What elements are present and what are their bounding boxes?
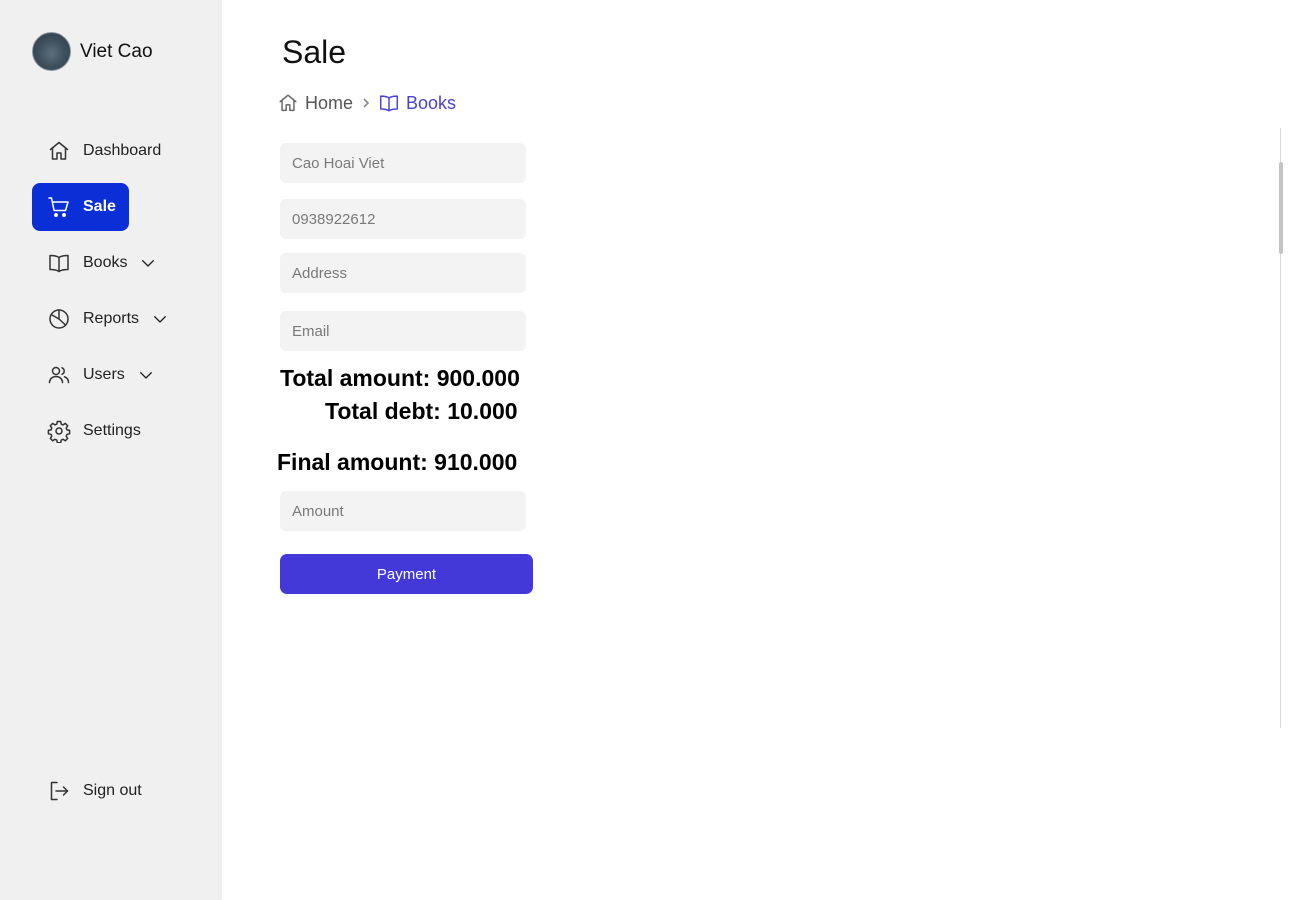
sidebar-item-label: Sale: [83, 198, 116, 215]
home-icon: [279, 94, 297, 112]
home-icon: [47, 139, 71, 163]
pie-chart-icon: [47, 307, 71, 331]
sidebar-item-sale[interactable]: Sale: [32, 183, 129, 231]
sidebar-item-books[interactable]: Books: [32, 239, 182, 287]
customer-name-field[interactable]: [280, 143, 526, 183]
payment-button[interactable]: Payment: [280, 554, 533, 594]
chevron-down-icon[interactable]: [137, 366, 155, 384]
sign-out-label: Sign out: [83, 782, 142, 799]
book-icon: [47, 251, 71, 275]
scrollbar-thumb[interactable]: [1279, 162, 1283, 254]
sidebar-item-reports[interactable]: Reports: [32, 295, 192, 343]
amount-field[interactable]: [280, 491, 526, 531]
avatar: [32, 32, 71, 71]
gear-icon: [47, 419, 71, 443]
sidebar-item-label: Settings: [83, 422, 141, 439]
chevron-down-icon[interactable]: [139, 254, 157, 272]
email-field[interactable]: [280, 311, 526, 351]
breadcrumb-home[interactable]: Home: [277, 92, 353, 114]
sidebar-item-label: Users: [83, 366, 125, 383]
breadcrumb: Home Books: [277, 90, 456, 116]
sidebar-item-settings[interactable]: Settings: [32, 407, 182, 455]
total-amount: Total amount: 900.000: [280, 365, 520, 391]
chevron-down-icon[interactable]: [151, 310, 169, 328]
sidebar: Viet Cao Dashboard Sale Books Reports Us…: [0, 0, 222, 900]
sidebar-item-label: Reports: [83, 310, 140, 327]
final-amount: Final amount: 910.000: [277, 449, 518, 475]
total-debt: Total debt: 10.000: [325, 398, 518, 424]
chevron-right-icon: [360, 97, 372, 109]
sidebar-item-dashboard[interactable]: Dashboard: [32, 127, 182, 175]
breadcrumb-books[interactable]: Books: [378, 92, 456, 114]
address-field[interactable]: [280, 253, 526, 293]
sidebar-item-label: Dashboard: [83, 142, 162, 159]
breadcrumb-home-label: Home: [305, 92, 354, 113]
sign-out-icon: [47, 779, 71, 803]
cart-icon: [47, 195, 71, 219]
sidebar-item-users[interactable]: Users: [32, 351, 182, 399]
page-title: Sale: [282, 34, 347, 70]
book-icon: [380, 95, 398, 112]
users-icon: [47, 363, 71, 387]
sidebar-item-label: Books: [83, 254, 128, 271]
sign-out-button[interactable]: Sign out: [32, 767, 182, 815]
phone-field[interactable]: [280, 199, 526, 239]
profile-name: Viet Cao: [80, 40, 153, 62]
breadcrumb-books-label: Books: [406, 92, 457, 113]
user-profile[interactable]: Viet Cao: [32, 32, 153, 71]
